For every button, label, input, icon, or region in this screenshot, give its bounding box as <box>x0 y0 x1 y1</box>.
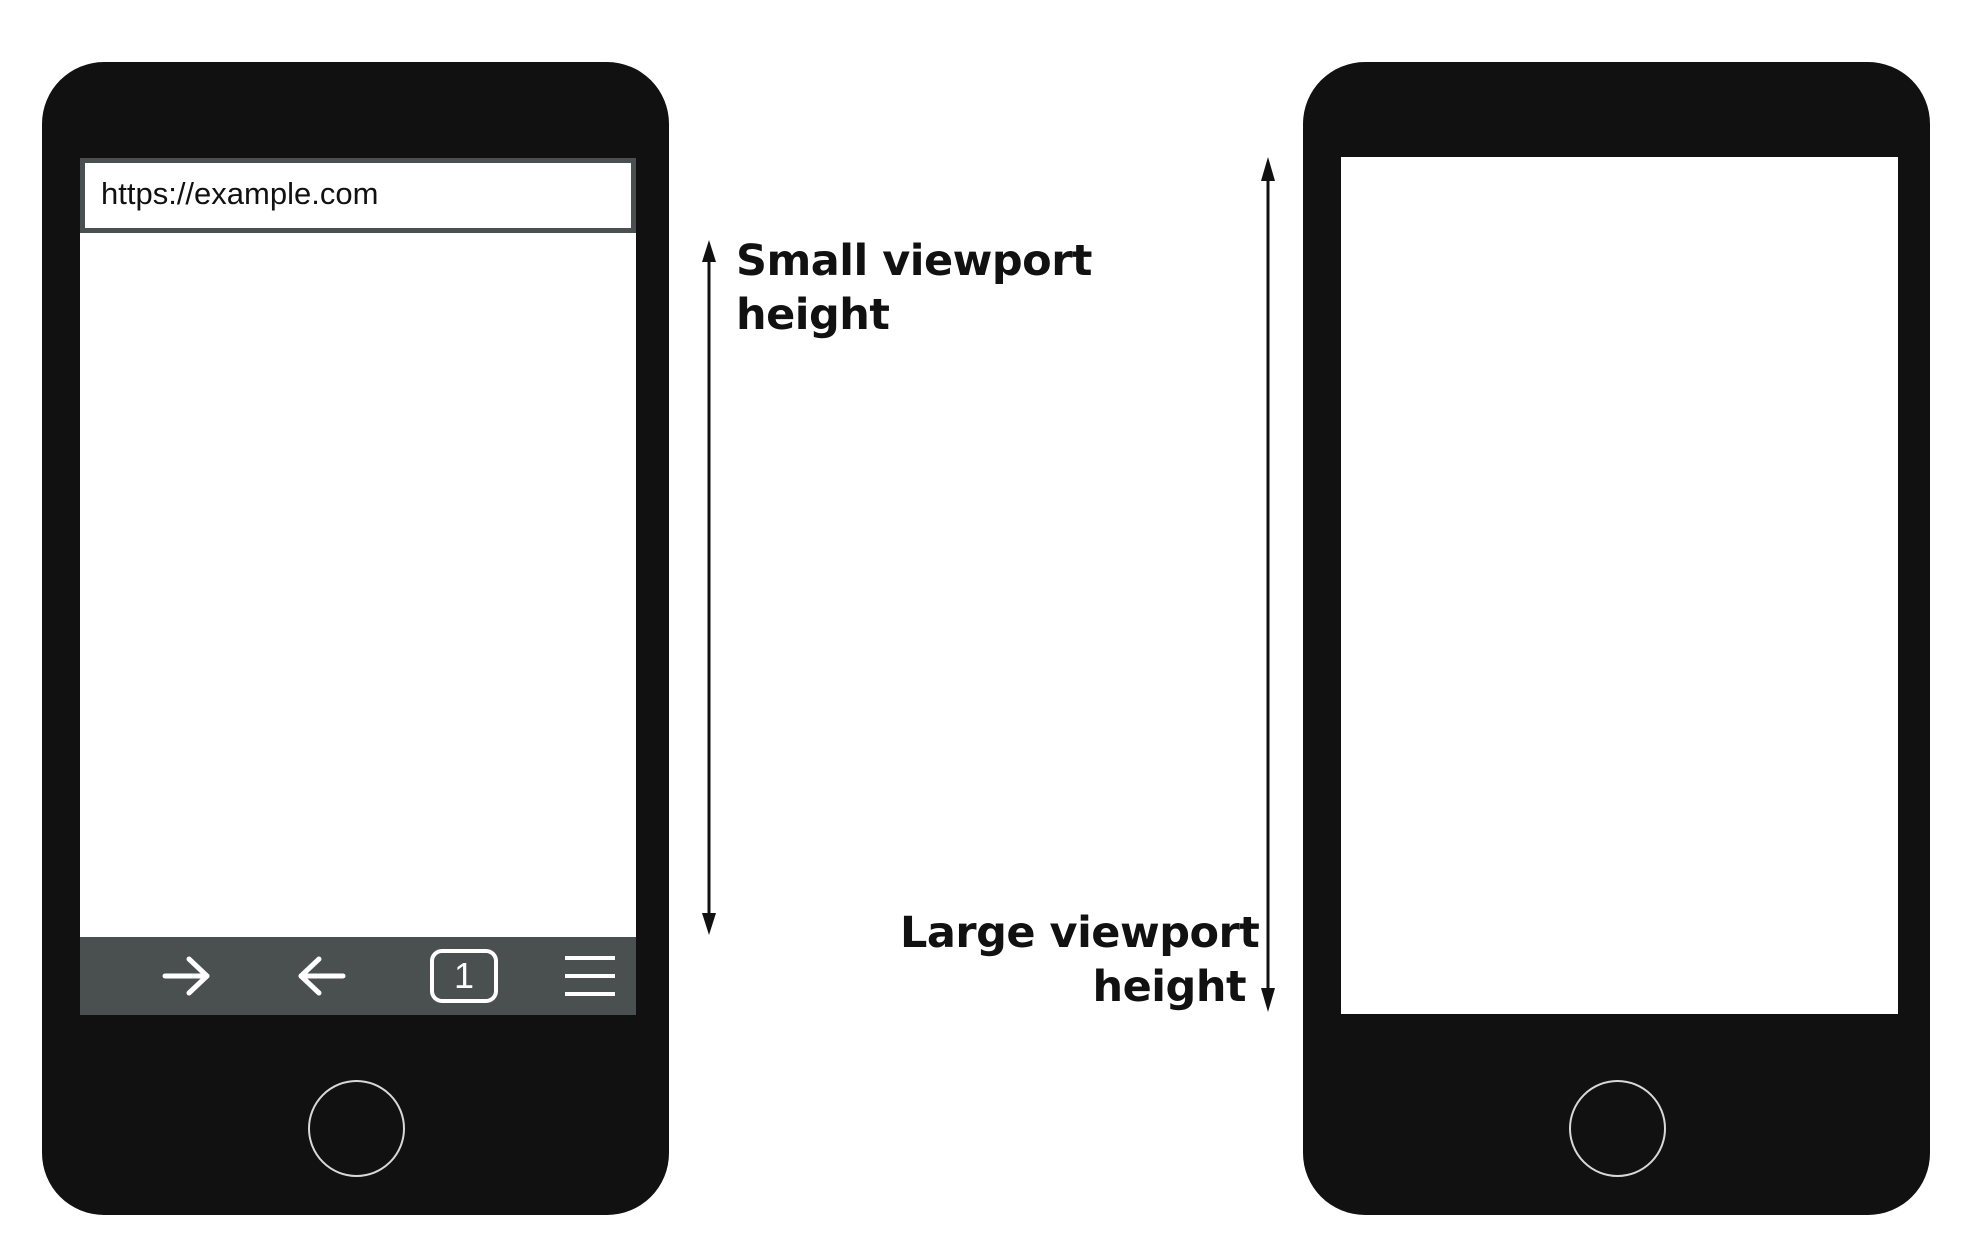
small-viewport-label-line2: height <box>736 290 890 340</box>
small-viewport-height-arrow <box>702 240 716 935</box>
large-viewport-height-label: Large viewport height <box>900 906 1260 1014</box>
large-viewport-label-line2: height <box>1092 962 1247 1012</box>
small-viewport-label-line1: Small viewport <box>736 236 1092 286</box>
large-viewport-height-arrow <box>1261 157 1275 1012</box>
measurement-arrows <box>702 157 1275 1012</box>
large-viewport-label-line1: Large viewport <box>900 908 1260 958</box>
small-viewport-height-label: Small viewport height <box>736 234 1092 342</box>
